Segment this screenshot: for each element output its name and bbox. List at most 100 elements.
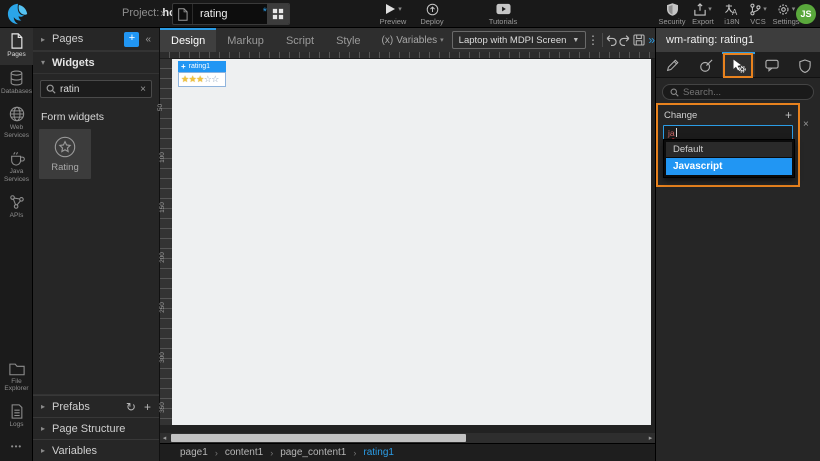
rail-item-web-services[interactable]: Web Services <box>0 101 33 145</box>
tab-styles[interactable] <box>689 52 722 77</box>
design-canvas[interactable]: + rating1 ★★★ ☆☆ <box>172 59 651 425</box>
variables-section-header[interactable]: ▸ Variables <box>33 439 159 461</box>
rating-widget-selected[interactable]: + rating1 ★★★ ☆☆ <box>178 61 226 87</box>
rating-widget-tile[interactable]: Rating <box>39 129 91 179</box>
save-button[interactable] <box>632 31 646 49</box>
canvas-bottom-strip <box>160 425 655 433</box>
shield-outline-icon <box>798 58 811 73</box>
breadcrumb-page1[interactable]: page1 <box>180 447 208 458</box>
left-icon-rail: Pages Databases Web Services Java Servic… <box>0 28 33 461</box>
more-options-icon[interactable]: ••• <box>0 434 33 459</box>
shield-icon <box>666 2 678 16</box>
properties-panel: wm-rating: rating1 Change + ja <box>655 28 820 461</box>
ruler-label: 50 <box>157 103 165 112</box>
preview-button[interactable]: ▾ Preview <box>373 2 413 26</box>
expand-right-panel-icon[interactable]: » <box>648 33 655 47</box>
device-select-value: Laptop with MDPI Screen <box>458 34 567 46</box>
cursor-gear-icon <box>733 59 746 73</box>
rail-item-databases[interactable]: Databases <box>0 65 33 102</box>
translate-icon: A <box>725 3 738 16</box>
redo-button[interactable] <box>618 31 632 49</box>
refresh-prefabs-icon[interactable]: ↻ <box>126 400 136 414</box>
breadcrumb-page-content1[interactable]: page_content1 <box>280 447 346 458</box>
search-icon <box>46 84 56 94</box>
device-select[interactable]: Laptop with MDPI Screen ▼ <box>451 31 587 49</box>
widget-search-input[interactable] <box>60 83 137 95</box>
variables-button[interactable]: (x) Variables ▾ <box>382 28 444 52</box>
tab-design[interactable]: Design <box>160 28 217 52</box>
selected-widget-title: wm-rating: rating1 <box>656 28 820 52</box>
ruler-label: 350 <box>158 402 166 413</box>
rail-item-apis[interactable]: APIs <box>0 189 33 226</box>
filled-stars[interactable]: ★★★ <box>181 74 204 85</box>
breadcrumb-rating1[interactable]: rating1 <box>363 447 394 458</box>
add-prefab-icon[interactable]: + <box>144 400 151 414</box>
tab-dialogs[interactable] <box>755 52 788 77</box>
branch-icon <box>750 3 761 15</box>
breadcrumb: page1 › content1 › page_content1 › ratin… <box>160 443 655 461</box>
play-icon <box>386 4 396 14</box>
widget-selection-tag[interactable]: + rating1 <box>178 61 226 72</box>
scrollbar-thumb[interactable] <box>171 434 466 442</box>
rating-stars[interactable]: ★★★ ☆☆ <box>178 72 226 87</box>
tab-security[interactable] <box>788 52 820 77</box>
property-search-input[interactable] <box>683 86 806 98</box>
tutorials-button[interactable]: Tutorials <box>483 2 523 26</box>
open-page-tab[interactable]: rating * <box>172 3 290 25</box>
ruler-label: 100 <box>158 152 166 163</box>
tab-script[interactable]: Script <box>275 28 325 52</box>
tab-style[interactable]: Style <box>325 28 371 52</box>
ruler-label: 250 <box>158 302 166 313</box>
pages-section-header[interactable]: ▸ Pages + « <box>33 28 159 51</box>
page-structure-section-header[interactable]: ▸ Page Structure <box>33 417 159 439</box>
scroll-left-icon[interactable]: ◂ <box>160 434 169 442</box>
property-search-box[interactable] <box>662 84 814 100</box>
change-event-label: Change <box>664 109 698 121</box>
widget-search-box[interactable]: × <box>40 80 152 98</box>
tab-properties[interactable] <box>656 52 689 77</box>
rail-item-file-explorer[interactable]: File Explorer <box>0 357 33 399</box>
change-event-input[interactable]: ja <box>663 125 793 140</box>
deploy-button[interactable]: Deploy <box>412 2 452 26</box>
event-options-dropdown: Default Javascript <box>663 139 795 178</box>
undo-button[interactable] <box>604 31 618 49</box>
wavemaker-logo-icon <box>7 3 28 25</box>
tab-events[interactable] <box>722 52 755 77</box>
widgets-section-header[interactable]: ▾ Widgets <box>33 51 159 74</box>
remove-event-icon[interactable]: × <box>803 119 809 130</box>
option-default[interactable]: Default <box>666 142 792 157</box>
add-page-button[interactable]: + <box>124 31 140 47</box>
breadcrumb-content1[interactable]: content1 <box>225 447 263 458</box>
scroll-right-icon[interactable]: ▸ <box>646 434 655 442</box>
horizontal-ruler <box>160 52 655 59</box>
tab-markup[interactable]: Markup <box>216 28 275 52</box>
database-icon <box>10 70 23 85</box>
ruler-label: 200 <box>158 252 166 263</box>
chevron-down-icon: ▾ <box>41 58 46 67</box>
rail-item-java-services[interactable]: Java Services <box>0 145 33 189</box>
clear-search-icon[interactable]: × <box>140 84 146 95</box>
api-nodes-icon <box>9 195 24 209</box>
left-panel: ▸ Pages + « ▾ Widgets × Form widgets Rat… <box>33 28 160 461</box>
folder-icon <box>8 363 25 375</box>
collapse-panel-icon[interactable]: « <box>145 34 151 45</box>
prefabs-section-header[interactable]: ▸ Prefabs ↻ + <box>33 395 159 417</box>
globe-icon <box>9 106 24 122</box>
pages-section-label: Pages <box>52 33 84 45</box>
option-javascript[interactable]: Javascript <box>666 158 792 175</box>
empty-stars[interactable]: ☆☆ <box>204 74 220 85</box>
move-handle-icon[interactable]: + <box>181 62 186 71</box>
dialog-bubble-icon <box>764 59 779 72</box>
unsaved-indicator: * <box>262 6 267 18</box>
coffee-cup-icon <box>10 152 25 166</box>
chevron-down-icon: ▾ <box>398 6 402 13</box>
rail-item-pages[interactable]: Pages <box>0 28 33 65</box>
rail-item-logs[interactable]: Logs <box>0 399 33 435</box>
chevron-right-icon: ▸ <box>41 424 46 433</box>
pages-grid-icon[interactable] <box>267 4 289 24</box>
user-avatar[interactable]: JS <box>796 4 816 24</box>
horizontal-scrollbar[interactable]: ◂ ▸ <box>160 433 655 443</box>
more-vertical-icon[interactable]: ⋮ <box>586 31 599 49</box>
vertical-ruler: 50 100 150 200 250 300 350 <box>157 59 172 425</box>
add-event-icon[interactable]: + <box>785 108 792 122</box>
